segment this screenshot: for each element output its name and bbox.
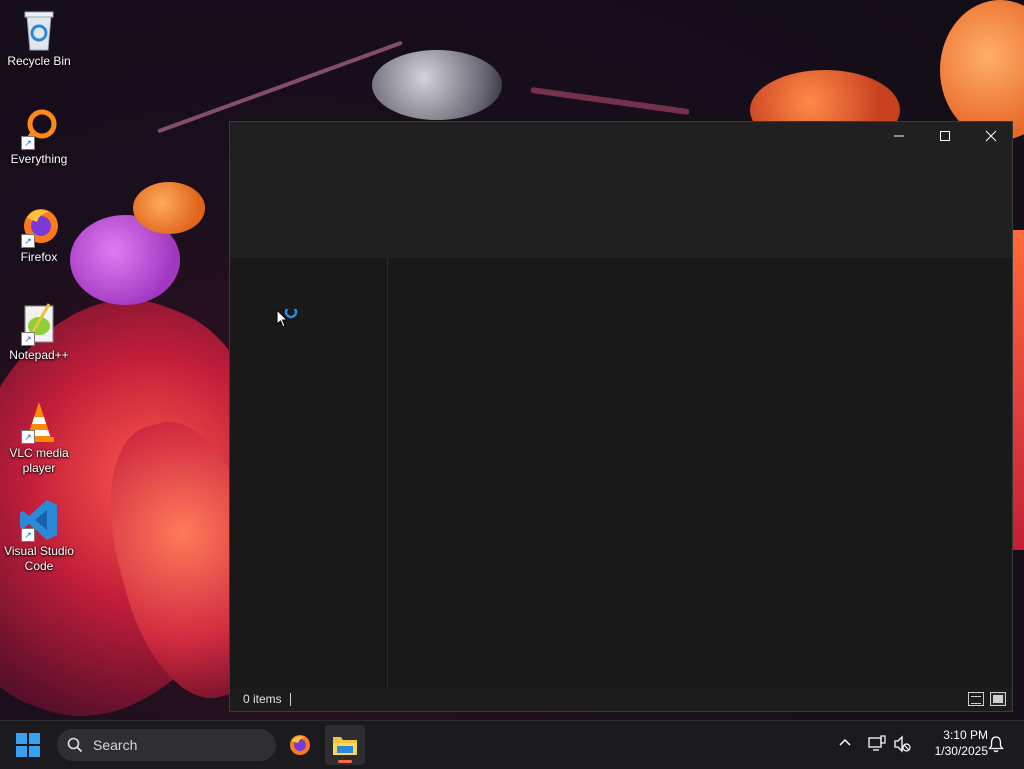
file-list-pane[interactable]: [388, 258, 1012, 688]
minimize-button[interactable]: [876, 122, 922, 150]
shortcut-arrow-icon: ↗: [21, 136, 35, 150]
close-icon: [985, 130, 997, 142]
search-label: Search: [93, 737, 138, 753]
volume-tray-button[interactable]: [893, 735, 911, 753]
clock-date: 1/30/2025: [934, 744, 988, 758]
desktop-icon-label: Firefox: [20, 250, 58, 264]
large-icons-view-button[interactable]: [990, 692, 1006, 706]
status-bar: 0 items: [230, 688, 1012, 711]
bell-icon: [988, 736, 1004, 753]
desktop-icon-recycle-bin[interactable]: Recycle Bin: [0, 8, 78, 69]
taskbar: Search 3:10 PM 1/30/2025: [0, 720, 1024, 769]
window-titlebar[interactable]: [230, 122, 1012, 258]
everything-icon: ↗: [19, 106, 59, 150]
firefox-icon: ↗: [19, 204, 59, 248]
item-count: 0 items: [243, 692, 282, 706]
maximize-icon: [940, 131, 950, 141]
system-clock[interactable]: 3:10 PM 1/30/2025: [918, 727, 988, 759]
windows-logo-icon: [16, 733, 27, 744]
desktop-icon-vlc-media-player[interactable]: ↗ VLC media player: [0, 400, 78, 476]
recycle-bin-icon: [19, 8, 59, 52]
folder-icon: [333, 737, 357, 755]
windows-logo-icon: [16, 746, 27, 757]
wallpaper-shape: [372, 50, 502, 120]
windows-logo-icon: [29, 733, 40, 744]
desktop-icon-label: Recycle Bin: [7, 54, 71, 68]
start-button[interactable]: [16, 733, 42, 759]
desktop-icon-label: Notepad++: [9, 348, 69, 362]
vlc-cone-icon: ↗: [19, 400, 59, 444]
minimize-icon: [894, 135, 904, 137]
navigation-pane[interactable]: [230, 258, 388, 688]
desktop-icon-label: VLC media player: [9, 446, 69, 475]
vscode-icon: ↗: [19, 498, 59, 542]
wallpaper-shape: [940, 0, 1024, 140]
show-hidden-icons-button[interactable]: [836, 735, 854, 753]
active-app-indicator: [338, 760, 352, 763]
busy-cursor-icon: [276, 305, 300, 336]
wallpaper-shape: [530, 86, 690, 116]
wallpaper-shape: [133, 182, 205, 234]
desktop-icon-visual-studio-code[interactable]: ↗ Visual Studio Code: [0, 498, 78, 574]
status-separator: [290, 693, 291, 706]
chevron-up-icon: [839, 738, 851, 746]
clock-time: 3:10 PM: [943, 728, 988, 742]
shortcut-arrow-icon: ↗: [21, 234, 35, 248]
desktop-icon-notepad-plus-plus[interactable]: ↗ Notepad++: [0, 302, 78, 363]
desktop-icon-everything[interactable]: ↗ Everything: [0, 106, 78, 167]
shortcut-arrow-icon: ↗: [21, 430, 35, 444]
shortcut-arrow-icon: ↗: [21, 332, 35, 346]
volume-muted-icon: [894, 735, 911, 753]
desktop-icon-firefox[interactable]: ↗ Firefox: [0, 204, 78, 265]
shortcut-arrow-icon: ↗: [21, 528, 35, 542]
notifications-button[interactable]: [988, 735, 1006, 753]
desktop-icon-label: Visual Studio Code: [4, 544, 74, 573]
search-icon: [67, 737, 83, 753]
taskbar-search-box[interactable]: Search: [57, 729, 276, 761]
network-tray-button[interactable]: [868, 735, 886, 753]
firefox-icon: [290, 735, 310, 755]
taskbar-firefox-button[interactable]: [280, 725, 320, 765]
details-view-button[interactable]: [968, 692, 984, 706]
taskbar-file-explorer-button[interactable]: [325, 725, 365, 765]
windows-logo-icon: [29, 746, 40, 757]
wallpaper-shape: [157, 40, 403, 134]
network-icon: [868, 735, 886, 751]
close-button[interactable]: [968, 122, 1014, 150]
file-explorer-window: 0 items: [229, 121, 1013, 712]
notepad-plus-plus-icon: ↗: [19, 302, 59, 346]
desktop-icon-label: Everything: [10, 152, 68, 166]
maximize-button[interactable]: [922, 122, 968, 150]
